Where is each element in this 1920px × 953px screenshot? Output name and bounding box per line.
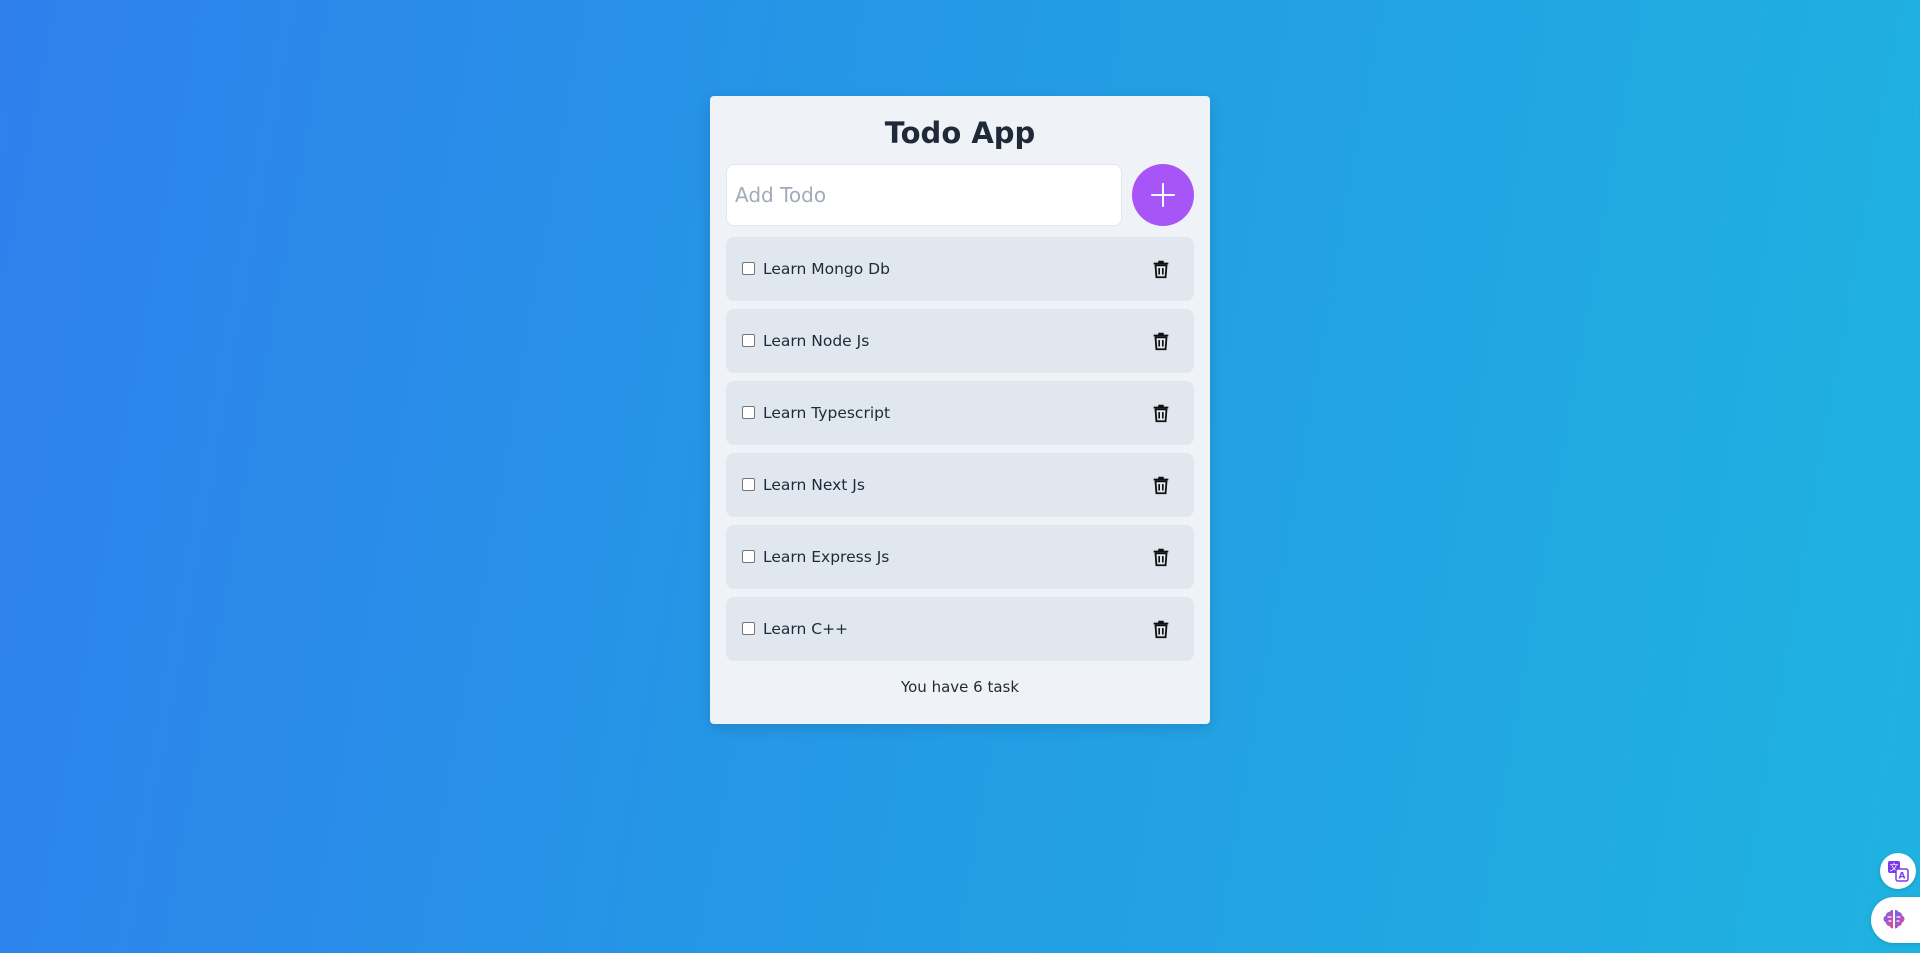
translate-widget-button[interactable]: 文 A bbox=[1880, 853, 1916, 889]
todo-checkbox[interactable] bbox=[742, 262, 755, 275]
trash-icon[interactable] bbox=[1150, 546, 1172, 568]
add-todo-button[interactable] bbox=[1132, 164, 1194, 226]
brain-icon bbox=[1883, 910, 1905, 929]
trash-icon[interactable] bbox=[1150, 402, 1172, 424]
todo-item: Learn Next Js bbox=[726, 453, 1194, 517]
todo-item: Learn Mongo Db bbox=[726, 237, 1194, 301]
todo-checkbox[interactable] bbox=[742, 550, 755, 563]
todo-item: Learn C++ bbox=[726, 597, 1194, 661]
todo-label: Learn Express Js bbox=[763, 548, 890, 566]
todo-list: Learn Mongo Db Learn Node Js Learn Types… bbox=[726, 237, 1194, 669]
app-title: Todo App bbox=[884, 116, 1036, 150]
svg-text:A: A bbox=[1899, 872, 1906, 882]
trash-icon[interactable] bbox=[1150, 474, 1172, 496]
plus-icon bbox=[1151, 183, 1175, 207]
add-todo-row bbox=[726, 164, 1194, 226]
trash-icon[interactable] bbox=[1150, 618, 1172, 640]
todo-label: Learn Typescript bbox=[763, 404, 891, 422]
todo-label: Learn Next Js bbox=[763, 476, 865, 494]
todo-checkbox[interactable] bbox=[742, 406, 755, 419]
translate-icon: 文 A bbox=[1888, 861, 1909, 882]
trash-icon[interactable] bbox=[1150, 258, 1172, 280]
task-count: You have 6 task bbox=[900, 678, 1020, 696]
todo-card: Todo App Learn Mongo Db Learn Node Js bbox=[710, 96, 1210, 724]
todo-item: Learn Typescript bbox=[726, 381, 1194, 445]
todo-label: Learn C++ bbox=[763, 620, 849, 638]
todo-item: Learn Node Js bbox=[726, 309, 1194, 373]
todo-checkbox[interactable] bbox=[742, 478, 755, 491]
todo-checkbox[interactable] bbox=[742, 622, 755, 635]
brain-widget-button[interactable] bbox=[1871, 897, 1920, 943]
todo-label: Learn Mongo Db bbox=[763, 260, 890, 278]
trash-icon[interactable] bbox=[1150, 330, 1172, 352]
todo-label: Learn Node Js bbox=[763, 332, 870, 350]
todo-item: Learn Express Js bbox=[726, 525, 1194, 589]
todo-checkbox[interactable] bbox=[742, 334, 755, 347]
add-todo-input[interactable] bbox=[726, 164, 1122, 226]
